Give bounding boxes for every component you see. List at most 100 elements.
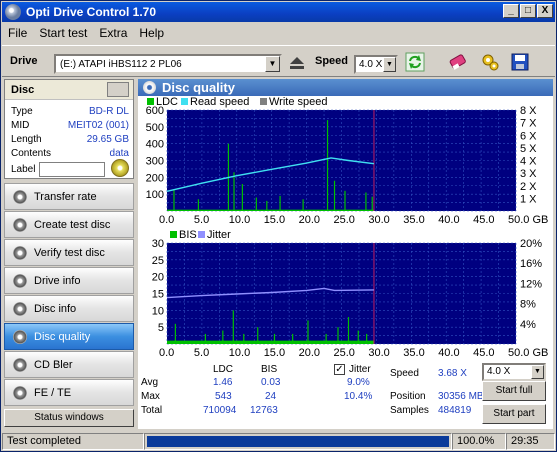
y2-tick-label: 6 X — [520, 130, 537, 142]
nav-fe-te[interactable]: FE / TE — [4, 379, 134, 406]
chevron-down-icon[interactable]: ▼ — [383, 57, 396, 72]
y2-tick-label: 2 X — [520, 181, 537, 193]
y-tick-label: 300 — [146, 156, 164, 168]
nav-cd-bler[interactable]: CD Bler — [4, 351, 134, 378]
progress-bar — [144, 433, 452, 450]
status-windows-button[interactable]: Status windows — [4, 409, 134, 427]
y2-tick-label: 3 X — [520, 168, 537, 180]
menu-start-test[interactable]: Start test — [33, 26, 93, 40]
samples-value: 484819 — [438, 405, 472, 416]
chevron-down-icon[interactable]: ▼ — [265, 56, 280, 72]
maximize-button[interactable]: □ — [520, 4, 536, 18]
disc-quality-icon — [143, 81, 156, 94]
disc-label-input[interactable] — [39, 162, 105, 177]
x-tick-label: 5.0 — [194, 347, 209, 359]
nav-verify-test-disc[interactable]: Verify test disc — [4, 239, 134, 266]
disc-icon — [13, 301, 27, 316]
legend-read-swatch — [181, 98, 188, 105]
disc-header-button[interactable] — [107, 82, 129, 97]
stats-max-ldc: 543 — [215, 391, 232, 402]
y-tick-label: 200 — [146, 172, 164, 184]
settings-icon[interactable] — [478, 51, 502, 73]
disc-contents-value: data — [109, 148, 129, 159]
nav-label: CD Bler — [34, 358, 73, 371]
nav-label: Disc info — [34, 302, 77, 315]
x-tick-label: 15.0 — [264, 347, 285, 359]
eject-icon[interactable] — [285, 52, 309, 74]
chevron-down-icon[interactable]: ▼ — [531, 365, 544, 379]
disc-icon — [13, 217, 27, 232]
legend-read-speed: Read speed — [190, 96, 249, 108]
start-full-button[interactable]: Start full — [482, 381, 546, 401]
menu-file[interactable]: File — [2, 26, 33, 40]
disc-icon — [13, 357, 27, 372]
nav-create-test-disc[interactable]: Create test disc — [4, 211, 134, 238]
x-tick-label: 25.0 — [334, 214, 355, 226]
disc-mid-key: MID — [11, 120, 30, 131]
test-speed-select[interactable]: 4.0 X ▼ — [482, 363, 546, 381]
x-tick-label: 50.0 GB — [508, 214, 548, 226]
disc-type-value: BD-R DL — [88, 106, 129, 117]
x-tick-label: 0.0 — [159, 214, 174, 226]
save-icon[interactable] — [508, 51, 532, 73]
x-tick-label: 35.0 — [403, 347, 424, 359]
x-tick-label: 40.0 — [438, 214, 459, 226]
disc-header: Disc — [5, 80, 133, 100]
drive-select-value: (E:) ATAPI iHBS112 2 PL06 — [60, 58, 182, 70]
speed-stat-label: Speed — [390, 368, 419, 379]
x-tick-label: 20.0 — [299, 347, 320, 359]
refresh-icon[interactable] — [403, 51, 427, 73]
x-tick-label: 30.0 — [368, 214, 389, 226]
disc-icon — [13, 245, 27, 260]
menu-help[interactable]: Help — [133, 26, 170, 40]
position-label: Position — [390, 391, 426, 402]
close-button[interactable]: X — [537, 4, 553, 18]
progress-fill — [147, 436, 449, 447]
disc-header-label: Disc — [11, 84, 35, 96]
samples-label: Samples — [390, 405, 429, 416]
test-speed-value: 4.0 X — [487, 366, 511, 377]
x-tick-label: 40.0 — [438, 347, 459, 359]
title-bar: Opti Drive Control 1.70 _ □ X — [2, 2, 555, 22]
y-tick-label: 10 — [152, 305, 164, 317]
stats-avg-bis: 0.03 — [261, 377, 281, 388]
y-tick-label: 500 — [146, 122, 164, 134]
jitter-checkbox[interactable]: ✓ — [334, 364, 345, 375]
x-tick-label: 45.0 — [473, 347, 494, 359]
y2-tick-label: 7 X — [520, 118, 537, 130]
panel-title: Disc quality — [162, 80, 235, 95]
disc-mid-value: MEIT02 (001) — [67, 120, 129, 131]
menu-bar: File Start test Extra Help — [2, 23, 555, 43]
nav-transfer-rate[interactable]: Transfer rate — [4, 183, 134, 210]
disc-quality-panel: Disc quality LDC Read speed Write speed … — [138, 79, 553, 429]
nav-drive-info[interactable]: Drive info — [4, 267, 134, 294]
y2-tick-label: 8 X — [520, 105, 537, 117]
drive-label: Drive — [10, 55, 38, 67]
disc-info-box: Disc Type BD-R DL MID MEIT02 (001) Lengt… — [4, 79, 134, 179]
x-tick-label: 20.0 — [299, 214, 320, 226]
nav-disc-quality[interactable]: Disc quality — [4, 323, 134, 350]
erase-icon[interactable] — [446, 51, 470, 73]
y2-tick-label: 1 X — [520, 193, 537, 205]
x-tick-label: 10.0 — [229, 347, 250, 359]
window-title: Opti Drive Control 1.70 — [26, 5, 157, 19]
nav-label: Verify test disc — [34, 246, 105, 259]
nav-disc-info[interactable]: Disc info — [4, 295, 134, 322]
menu-extra[interactable]: Extra — [93, 26, 133, 40]
disc-length-value: 29.65 GB — [86, 134, 129, 145]
x-tick-label: 5.0 — [194, 214, 209, 226]
y2-tick-label: 16% — [520, 258, 542, 270]
y2-tick-label: 4% — [520, 319, 536, 331]
stats-avg-label: Avg — [141, 377, 159, 388]
y2-tick-label: 12% — [520, 278, 542, 290]
drive-select[interactable]: (E:) ATAPI iHBS112 2 PL06 ▼ — [54, 54, 282, 74]
disc-label-icon[interactable] — [111, 159, 129, 177]
status-bar: Test completed 100.0% 29:35 — [2, 432, 555, 451]
minimize-button[interactable]: _ — [503, 4, 519, 18]
legend-jitter: Jitter — [207, 229, 231, 241]
disc-length-key: Length — [11, 134, 42, 145]
speed-select[interactable]: 4.0 X ▼ — [354, 55, 398, 74]
position-value: 30356 MB — [438, 391, 484, 402]
disc-type-key: Type — [11, 106, 33, 117]
start-part-button[interactable]: Start part — [482, 404, 546, 424]
